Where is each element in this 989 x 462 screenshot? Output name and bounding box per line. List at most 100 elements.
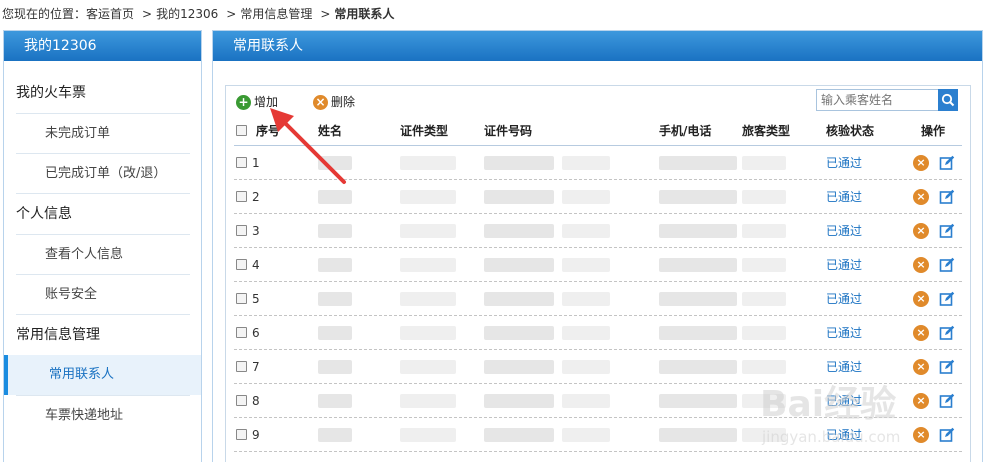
breadcrumb-separator: > <box>142 7 153 21</box>
sidebar-group-personal: 个人信息 <box>16 206 72 222</box>
redacted-field <box>484 393 554 408</box>
col-passenger-type: 旅客类型 <box>742 124 791 138</box>
row-checkbox[interactable] <box>236 293 247 304</box>
row-edit-icon[interactable] <box>939 325 955 341</box>
breadcrumb-my12306[interactable]: 我的12306 <box>156 7 218 21</box>
verify-status: 已通过 <box>826 258 863 272</box>
row-checkbox[interactable] <box>236 429 247 440</box>
row-delete-icon[interactable]: × <box>913 324 929 341</box>
delete-button[interactable]: × 删除 <box>313 93 355 111</box>
redacted-field <box>742 189 786 204</box>
sidebar-item-view-profile[interactable]: 查看个人信息 <box>16 234 190 274</box>
row-delete-icon[interactable]: × <box>913 188 929 205</box>
table-row: 6 已通过 × <box>234 316 962 350</box>
redacted-field <box>400 257 456 272</box>
breadcrumb: 您现在的位置：客运首页 > 我的12306 > 常用信息管理 > 常用联系人 <box>2 4 394 24</box>
redacted-field <box>742 325 786 340</box>
redacted-field <box>318 291 352 306</box>
redacted-field <box>562 223 610 238</box>
verify-status: 已通过 <box>826 326 863 340</box>
redacted-field <box>742 359 786 374</box>
contacts-content: + 增加 × 删除 序号 姓名 <box>225 85 971 462</box>
redacted-field <box>562 189 610 204</box>
row-checkbox[interactable] <box>236 327 247 338</box>
row-delete-icon[interactable]: × <box>913 290 929 307</box>
row-edit-icon[interactable] <box>939 291 955 307</box>
row-checkbox[interactable] <box>236 225 247 236</box>
redacted-field <box>400 359 456 374</box>
row-delete-icon[interactable]: × <box>913 392 929 409</box>
verify-status: 已通过 <box>826 394 863 408</box>
redacted-field <box>659 393 737 408</box>
row-edit-icon[interactable] <box>939 223 955 239</box>
breadcrumb-home[interactable]: 客运首页 <box>86 7 134 21</box>
table-row: 5 已通过 × <box>234 282 962 316</box>
sidebar-item-delivery-address[interactable]: 车票快递地址 <box>16 395 190 435</box>
row-checkbox[interactable] <box>236 157 247 168</box>
table-row: 4 已通过 × <box>234 248 962 282</box>
row-edit-icon[interactable] <box>939 257 955 273</box>
row-index: 3 <box>252 223 260 238</box>
select-all-checkbox[interactable] <box>236 125 247 136</box>
redacted-field <box>562 427 610 442</box>
sidebar: 我的12306 我的火车票 未完成订单 已完成订单（改/退） 个人信息 查看个人… <box>3 30 202 462</box>
redacted-field <box>742 291 786 306</box>
verify-status: 已通过 <box>826 156 863 170</box>
redacted-field <box>318 257 352 272</box>
table-row: 2 已通过 × <box>234 180 962 214</box>
redacted-field <box>659 291 737 306</box>
row-edit-icon[interactable] <box>939 393 955 409</box>
row-edit-icon[interactable] <box>939 427 955 443</box>
redacted-field <box>318 223 352 238</box>
delete-x-icon: × <box>313 94 328 110</box>
row-checkbox[interactable] <box>236 395 247 406</box>
row-index: 4 <box>252 257 260 272</box>
row-checkbox[interactable] <box>236 191 247 202</box>
row-checkbox[interactable] <box>236 259 247 270</box>
table-row: 9 已通过 × <box>234 418 962 452</box>
redacted-field <box>400 291 456 306</box>
row-edit-icon[interactable] <box>939 359 955 375</box>
row-checkbox[interactable] <box>236 361 247 372</box>
search-icon <box>941 93 955 107</box>
sidebar-group-common-info: 常用信息管理 <box>16 327 100 343</box>
row-edit-icon[interactable] <box>939 189 955 205</box>
verify-status: 已通过 <box>826 360 863 374</box>
toolbar: + 增加 × 删除 <box>226 86 970 116</box>
search-box <box>816 89 958 111</box>
sidebar-item-contacts[interactable]: 常用联系人 <box>4 355 201 395</box>
redacted-field <box>484 223 554 238</box>
col-name: 姓名 <box>318 124 343 138</box>
redacted-field <box>484 257 554 272</box>
search-button[interactable] <box>938 89 958 111</box>
sidebar-item-finished-orders[interactable]: 已完成订单（改/退） <box>16 153 190 193</box>
verify-status: 已通过 <box>826 224 863 238</box>
table-row: 1 已通过 × <box>234 146 962 180</box>
breadcrumb-separator: > <box>320 7 331 21</box>
row-delete-icon[interactable]: × <box>913 154 929 171</box>
redacted-field <box>659 155 737 170</box>
row-delete-icon[interactable]: × <box>913 222 929 239</box>
row-delete-icon[interactable]: × <box>913 256 929 273</box>
sidebar-menu: 我的火车票 未完成订单 已完成订单（改/退） 个人信息 查看个人信息 账号安全 … <box>4 73 201 435</box>
verify-status: 已通过 <box>826 292 863 306</box>
redacted-field <box>659 189 737 204</box>
sidebar-item-account-security[interactable]: 账号安全 <box>16 274 190 314</box>
breadcrumb-info-mgmt[interactable]: 常用信息管理 <box>240 7 312 21</box>
row-delete-icon[interactable]: × <box>913 358 929 375</box>
redacted-field <box>400 325 456 340</box>
row-index: 6 <box>252 325 260 340</box>
redacted-field <box>562 291 610 306</box>
search-input[interactable] <box>816 89 938 111</box>
row-edit-icon[interactable] <box>939 155 955 171</box>
add-button[interactable]: + 增加 <box>236 93 278 111</box>
row-index: 5 <box>252 291 260 306</box>
redacted-field <box>742 257 786 272</box>
sidebar-item-unfinished-orders[interactable]: 未完成订单 <box>16 113 190 153</box>
redacted-field <box>318 189 352 204</box>
col-phone: 手机/电话 <box>659 124 712 138</box>
redacted-field <box>400 189 456 204</box>
row-delete-icon[interactable]: × <box>913 426 929 443</box>
main-panel: 常用联系人 + 增加 × 删除 输入乘客姓名 序号 姓名 证件类型 证件号码 手… <box>212 30 983 462</box>
redacted-field <box>659 427 737 442</box>
